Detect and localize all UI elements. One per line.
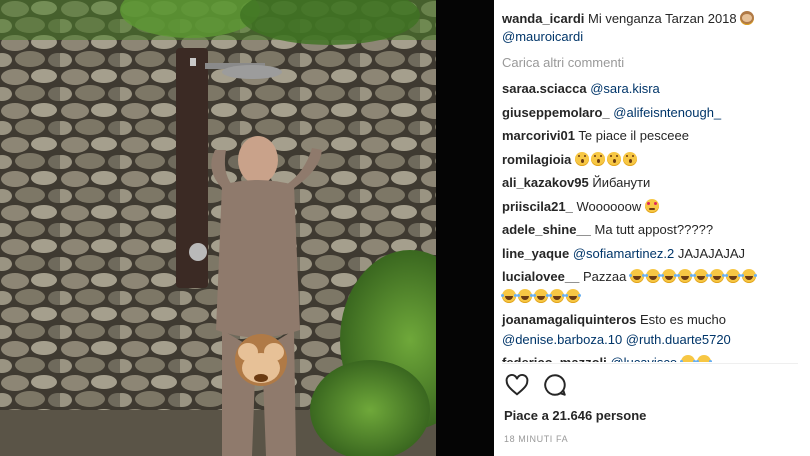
- caption: wanda_icardi Mi venganza Tarzan 2018: [502, 10, 806, 28]
- wow-emoji-icon: [606, 151, 621, 166]
- post-photo[interactable]: [0, 0, 436, 456]
- laugh-emoji-icon: [549, 288, 564, 303]
- wow-emoji-icon: [574, 151, 589, 166]
- post-timestamp: 18 MINUTI FA: [504, 434, 569, 444]
- comment-row: joanamagaliquinteros Esto es mucho: [502, 311, 806, 329]
- comment-text: Woooooow: [576, 198, 642, 214]
- comment-username[interactable]: giuseppemolaro_: [502, 105, 610, 120]
- comment-mention[interactable]: @sofiamartinez.2: [573, 246, 674, 261]
- laugh-emoji-icon: [708, 269, 724, 283]
- caption-username[interactable]: wanda_icardi: [502, 11, 584, 26]
- comments-panel: wanda_icardi Mi venganza Tarzan 2018 @ma…: [494, 0, 810, 456]
- comment-row: romilagioia: [502, 151, 806, 169]
- laugh-emoji-icon: [644, 269, 660, 283]
- wow-emoji-icon: [590, 151, 605, 166]
- comment-text: Te piace il pesceee: [578, 128, 689, 143]
- laugh-emoji-icon: [533, 288, 548, 303]
- photo-frame-gap: [436, 0, 494, 456]
- comment-row: marcorivi01 Te piace il pesceee: [502, 127, 806, 145]
- caption-mention-line: @mauroicardi: [502, 28, 806, 46]
- comment-row-continued: @denise.barboza.10 @ruth.duarte5720: [502, 331, 806, 349]
- comment-username[interactable]: federico_mazzoli: [502, 355, 607, 362]
- caption-mention[interactable]: @mauroicardi: [502, 29, 583, 44]
- comment-text: JAJAJAJAJ: [677, 245, 745, 261]
- laugh-emoji-icon: [724, 269, 740, 283]
- comment-row: adele_shine__ Ma tutt appost?????: [502, 221, 806, 239]
- comment-text: Pazzaa: [582, 269, 627, 284]
- comments-list[interactable]: wanda_icardi Mi venganza Tarzan 2018 @ma…: [494, 0, 810, 362]
- laugh-emoji-icon: [740, 269, 756, 283]
- laugh-emoji-icon: [501, 288, 516, 303]
- comment-username[interactable]: ali_kazakov95: [502, 175, 589, 190]
- wow-emoji-icon: [622, 151, 637, 166]
- comment-row: saraa.sciacca @sara.kisra: [502, 80, 806, 98]
- comment-username[interactable]: adele_shine__: [502, 222, 591, 237]
- comment-mention[interactable]: @lucavisco: [610, 355, 677, 362]
- comment-username[interactable]: saraa.sciacca: [502, 81, 587, 96]
- comment-row: lucialovee__ Pazzaa: [502, 268, 806, 286]
- comment-username[interactable]: line_yaque: [502, 246, 569, 261]
- comment-row: priiscila21_ Woooooow: [502, 198, 806, 216]
- divider: [502, 363, 798, 364]
- comment-username[interactable]: lucialovee__: [502, 269, 579, 284]
- heart-outline-icon[interactable]: [504, 372, 532, 400]
- comment-row: line_yaque @sofiamartinez.2 JAJAJAJAJ: [502, 245, 806, 263]
- comment-mention[interactable]: @sara.kisra: [590, 81, 660, 96]
- comment-username[interactable]: marcorivi01: [502, 128, 575, 143]
- laugh-emoji-icon: [628, 269, 644, 283]
- likes-count[interactable]: Piace a 21.646 persone: [504, 408, 646, 423]
- comment-mention[interactable]: @denise.barboza.10: [502, 332, 622, 347]
- monkey-icon: [740, 11, 755, 25]
- laugh-emoji-icon: [565, 288, 580, 303]
- laugh-emoji-icon: [676, 269, 692, 283]
- comment-mention[interactable]: @ruth.duarte5720: [626, 332, 731, 347]
- load-more-comments[interactable]: Carica altri commenti: [502, 54, 806, 72]
- comment-text: Йибанути: [592, 175, 651, 190]
- caption-text: Mi venganza Tarzan 2018: [588, 11, 737, 26]
- comment-username[interactable]: joanamagaliquinteros: [502, 312, 636, 327]
- comment-mention[interactable]: @alifeisntenough_: [613, 105, 721, 120]
- laugh-emoji-icon: [679, 355, 695, 362]
- laugh-emoji-icon: [695, 355, 711, 362]
- comment-row-continued: [501, 288, 806, 306]
- laugh-emoji-icon: [692, 269, 708, 283]
- heart-emoji-icon: [644, 198, 659, 213]
- comment-bubble-icon[interactable]: [542, 372, 570, 400]
- comment-username[interactable]: priiscila21_: [502, 199, 573, 214]
- laugh-emoji-icon: [517, 288, 532, 303]
- comment-text: Esto es mucho: [640, 312, 726, 327]
- photo-illustration: [0, 0, 436, 456]
- laugh-emoji-icon: [660, 269, 676, 283]
- comment-username[interactable]: romilagioia: [502, 152, 571, 167]
- comment-row: federico_mazzoli @lucavisco: [502, 354, 806, 362]
- comment-row: ali_kazakov95 Йибанути: [502, 174, 806, 192]
- comment-row: giuseppemolaro_ @alifeisntenough_: [502, 104, 806, 122]
- comment-text: Ma tutt appost?????: [594, 222, 714, 237]
